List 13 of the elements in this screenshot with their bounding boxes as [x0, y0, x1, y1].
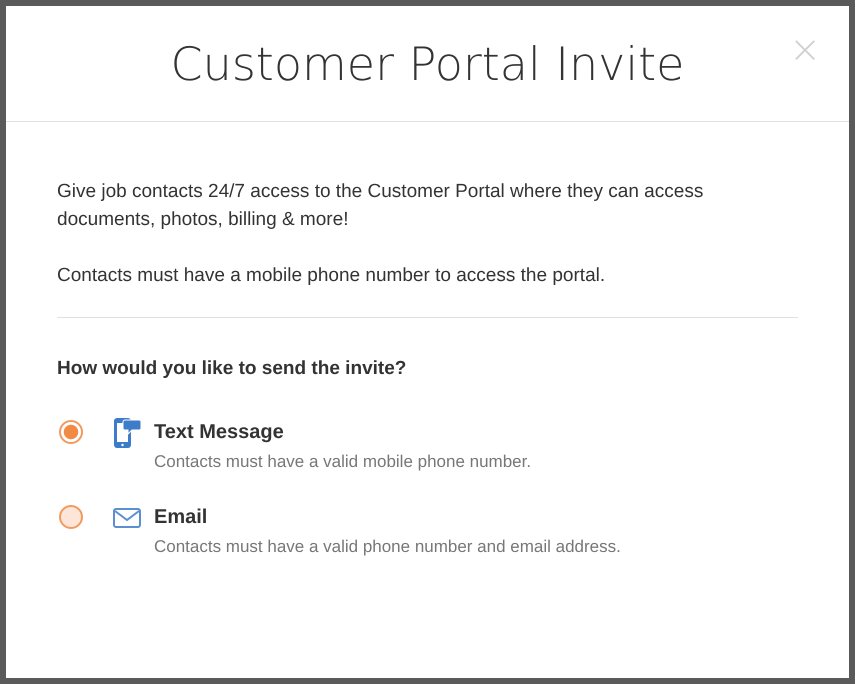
dialog-title: Customer Portal Invite [170, 36, 684, 90]
intro-text: Contacts must have a mobile phone number to access the portal. [57, 264, 606, 288]
option-description: Contacts must have a valid phone number and email address. [154, 537, 621, 557]
option-label: Email [154, 505, 208, 530]
radio-button[interactable] [59, 505, 83, 529]
option-description: Contacts must have a valid mobile phone number. [154, 452, 532, 472]
close-button[interactable]: × [789, 34, 821, 64]
radio-button[interactable] [59, 420, 83, 444]
option-label: Text Message [154, 420, 285, 445]
envelope-icon [113, 508, 141, 528]
question-text: How would you like to send the invite? [57, 358, 408, 380]
phone-chat-icon [113, 417, 141, 449]
intro-text: Give job contacts 24/7 access to the Customer Portal where they can access documents, photos, billing & more! [57, 180, 704, 232]
